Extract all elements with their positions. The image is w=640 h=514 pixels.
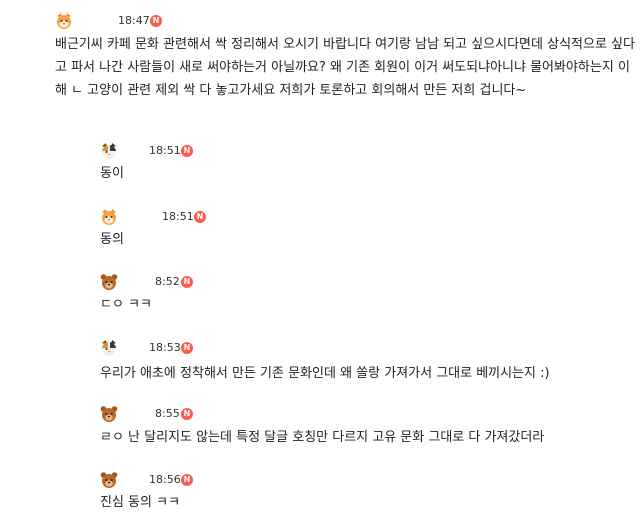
new-badge: N xyxy=(150,15,162,27)
reply-time: 8:52 xyxy=(155,275,180,288)
new-badge: N xyxy=(194,211,206,223)
reply-header: 8:52 N xyxy=(100,273,300,295)
reply-header: 18:51 N xyxy=(100,142,300,164)
bear-avatar-icon[interactable] xyxy=(100,273,118,291)
reply-text: 우리가 애초에 정착해서 만든 기존 문화인데 왜 쏠랑 가져가서 그대로 베끼… xyxy=(100,366,550,381)
calico-cat-avatar-icon[interactable] xyxy=(100,142,118,160)
reply-header: 8:55 N xyxy=(100,405,300,427)
new-badge: N xyxy=(181,145,193,157)
comment-header: 18:47 N xyxy=(55,12,255,34)
reply-header: 18:56 N xyxy=(100,471,300,493)
calico-cat-avatar-icon[interactable] xyxy=(100,339,118,357)
comment-text: 배근기씨 카페 문화 관련해서 싹 정리해서 오시기 바랍니다 여기랑 남남 되… xyxy=(55,37,635,98)
cat-orange-avatar-icon[interactable] xyxy=(100,208,118,226)
comment-time: 18:47 xyxy=(118,14,150,27)
reply-time: 18:56 xyxy=(149,473,181,486)
bear-avatar-icon[interactable] xyxy=(100,405,118,423)
reply-text: ㄷㅇ ㅋㅋ xyxy=(100,297,152,312)
reply-text: 진심 동의 ㅋㅋ xyxy=(100,495,181,510)
reply-time: 18:53 xyxy=(149,341,181,354)
reply-time: 8:55 xyxy=(155,407,180,420)
new-badge: N xyxy=(181,276,193,288)
reply-text: ㄹㅇ 난 달리지도 않는데 특정 달글 호칭만 다르지 고유 문화 그대로 다 … xyxy=(100,430,545,445)
reply-time: 18:51 xyxy=(162,210,194,223)
reply-text: 동의 xyxy=(100,232,124,247)
new-badge: N xyxy=(181,474,193,486)
reply-header: 18:53 N xyxy=(100,339,300,361)
reply-header: 18:51 N xyxy=(100,208,300,230)
bear-avatar-icon[interactable] xyxy=(100,471,118,489)
cat-orange-avatar-icon[interactable] xyxy=(55,12,73,30)
new-badge: N xyxy=(181,342,193,354)
new-badge: N xyxy=(181,408,193,420)
reply-text: 동이 xyxy=(100,166,124,181)
reply-time: 18:51 xyxy=(149,144,181,157)
